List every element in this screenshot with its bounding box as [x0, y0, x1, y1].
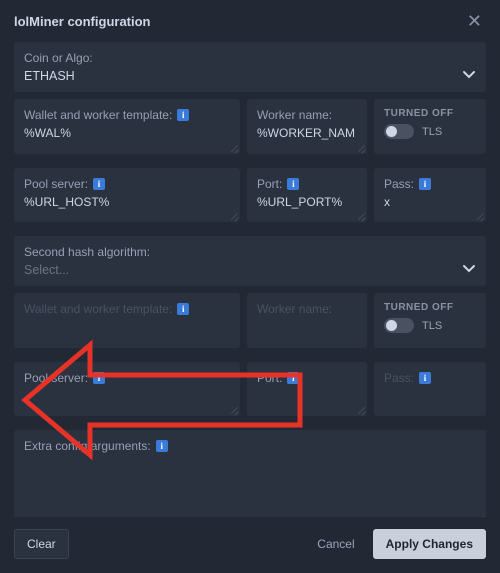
resize-handle-icon — [230, 144, 238, 152]
resize-handle-icon — [476, 515, 484, 517]
port2-input[interactable] — [257, 389, 357, 405]
worker2-label: Worker name: — [257, 302, 357, 316]
port-input[interactable] — [257, 195, 357, 211]
info-icon[interactable]: i — [287, 372, 299, 384]
resize-handle-icon — [357, 406, 365, 414]
tls-toggle-text: TLS — [422, 126, 442, 138]
pass-label: Pass: i — [384, 177, 476, 191]
tls2-toggle[interactable] — [384, 318, 414, 333]
tls-toggle[interactable] — [384, 124, 414, 139]
close-icon: ✕ — [467, 11, 482, 31]
pool-server-label: Pool server: i — [24, 177, 230, 191]
pool2-label: Pool server: i — [24, 371, 230, 385]
worker2-input — [257, 320, 357, 336]
modal-header: lolMiner configuration ✕ — [0, 0, 500, 42]
config-modal: lolMiner configuration ✕ Coin or Algo: E… — [0, 0, 500, 573]
cancel-button[interactable]: Cancel — [307, 531, 364, 557]
tls2-toggle-text: TLS — [422, 320, 442, 332]
wallet2-label: Wallet and worker template: i — [24, 302, 230, 316]
tls2-status-label: TURNED OFF — [384, 302, 476, 313]
wallet-template-input[interactable] — [24, 126, 230, 142]
pass2-input — [384, 389, 476, 405]
port-label: Port: i — [257, 177, 357, 191]
port2-panel: Port: i — [247, 362, 367, 417]
info-icon[interactable]: i — [93, 178, 105, 190]
resize-handle-icon — [357, 144, 365, 152]
tls-toggle-panel: TURNED OFF TLS — [374, 99, 486, 154]
worker-name-label: Worker name: — [257, 108, 357, 122]
modal-footer: Clear Cancel Apply Changes — [0, 517, 500, 573]
wallet-template-label: Wallet and worker template: i — [24, 108, 230, 122]
modal-content: Coin or Algo: ETHASH Wallet and worker t… — [0, 42, 500, 517]
coin-algo-value: ETHASH — [24, 69, 75, 83]
pool2-panel: Pool server: i — [14, 362, 240, 417]
extra-args-panel: Extra config arguments: i — [14, 430, 486, 517]
worker2-panel: Worker name: — [247, 293, 367, 348]
pool-server-input[interactable] — [24, 195, 230, 211]
resize-handle-icon — [230, 406, 238, 414]
pass-input[interactable] — [384, 195, 476, 211]
worker-name-input[interactable] — [257, 126, 357, 142]
info-icon[interactable]: i — [177, 303, 189, 315]
info-icon[interactable]: i — [419, 372, 431, 384]
extra-args-input[interactable] — [24, 457, 476, 512]
chevron-down-icon — [462, 69, 476, 83]
wallet2-input — [24, 320, 230, 336]
port-panel: Port: i — [247, 168, 367, 223]
tls2-panel: TURNED OFF TLS — [374, 293, 486, 348]
pass2-label: Pass: i — [384, 371, 476, 385]
pass-panel: Pass: i — [374, 168, 486, 223]
modal-title: lolMiner configuration — [14, 14, 151, 29]
wallet-template-panel: Wallet and worker template: i — [14, 99, 240, 154]
pass2-panel: Pass: i — [374, 362, 486, 417]
coin-algo-label: Coin or Algo: — [24, 51, 476, 65]
extra-args-label: Extra config arguments: i — [24, 439, 476, 453]
apply-button[interactable]: Apply Changes — [373, 529, 486, 559]
second-algo-placeholder: Select... — [24, 263, 69, 277]
close-button[interactable]: ✕ — [463, 10, 486, 32]
tls-status-label: TURNED OFF — [384, 108, 476, 119]
resize-handle-icon — [476, 212, 484, 220]
pool2-input[interactable] — [24, 389, 230, 405]
info-icon[interactable]: i — [93, 372, 105, 384]
resize-handle-icon — [230, 212, 238, 220]
worker-name-panel: Worker name: — [247, 99, 367, 154]
pool-server-panel: Pool server: i — [14, 168, 240, 223]
coin-algo-select[interactable]: ETHASH — [24, 69, 476, 83]
second-algo-panel: Second hash algorithm: Select... — [14, 236, 486, 286]
info-icon[interactable]: i — [287, 178, 299, 190]
second-algo-label: Second hash algorithm: — [24, 245, 476, 259]
wallet2-panel: Wallet and worker template: i — [14, 293, 240, 348]
second-algo-select[interactable]: Select... — [24, 263, 476, 277]
chevron-down-icon — [462, 263, 476, 277]
clear-button[interactable]: Clear — [14, 529, 69, 559]
resize-handle-icon — [357, 212, 365, 220]
info-icon[interactable]: i — [177, 109, 189, 121]
info-icon[interactable]: i — [156, 440, 168, 452]
info-icon[interactable]: i — [419, 178, 431, 190]
coin-algo-panel: Coin or Algo: ETHASH — [14, 42, 486, 92]
port2-label: Port: i — [257, 371, 357, 385]
